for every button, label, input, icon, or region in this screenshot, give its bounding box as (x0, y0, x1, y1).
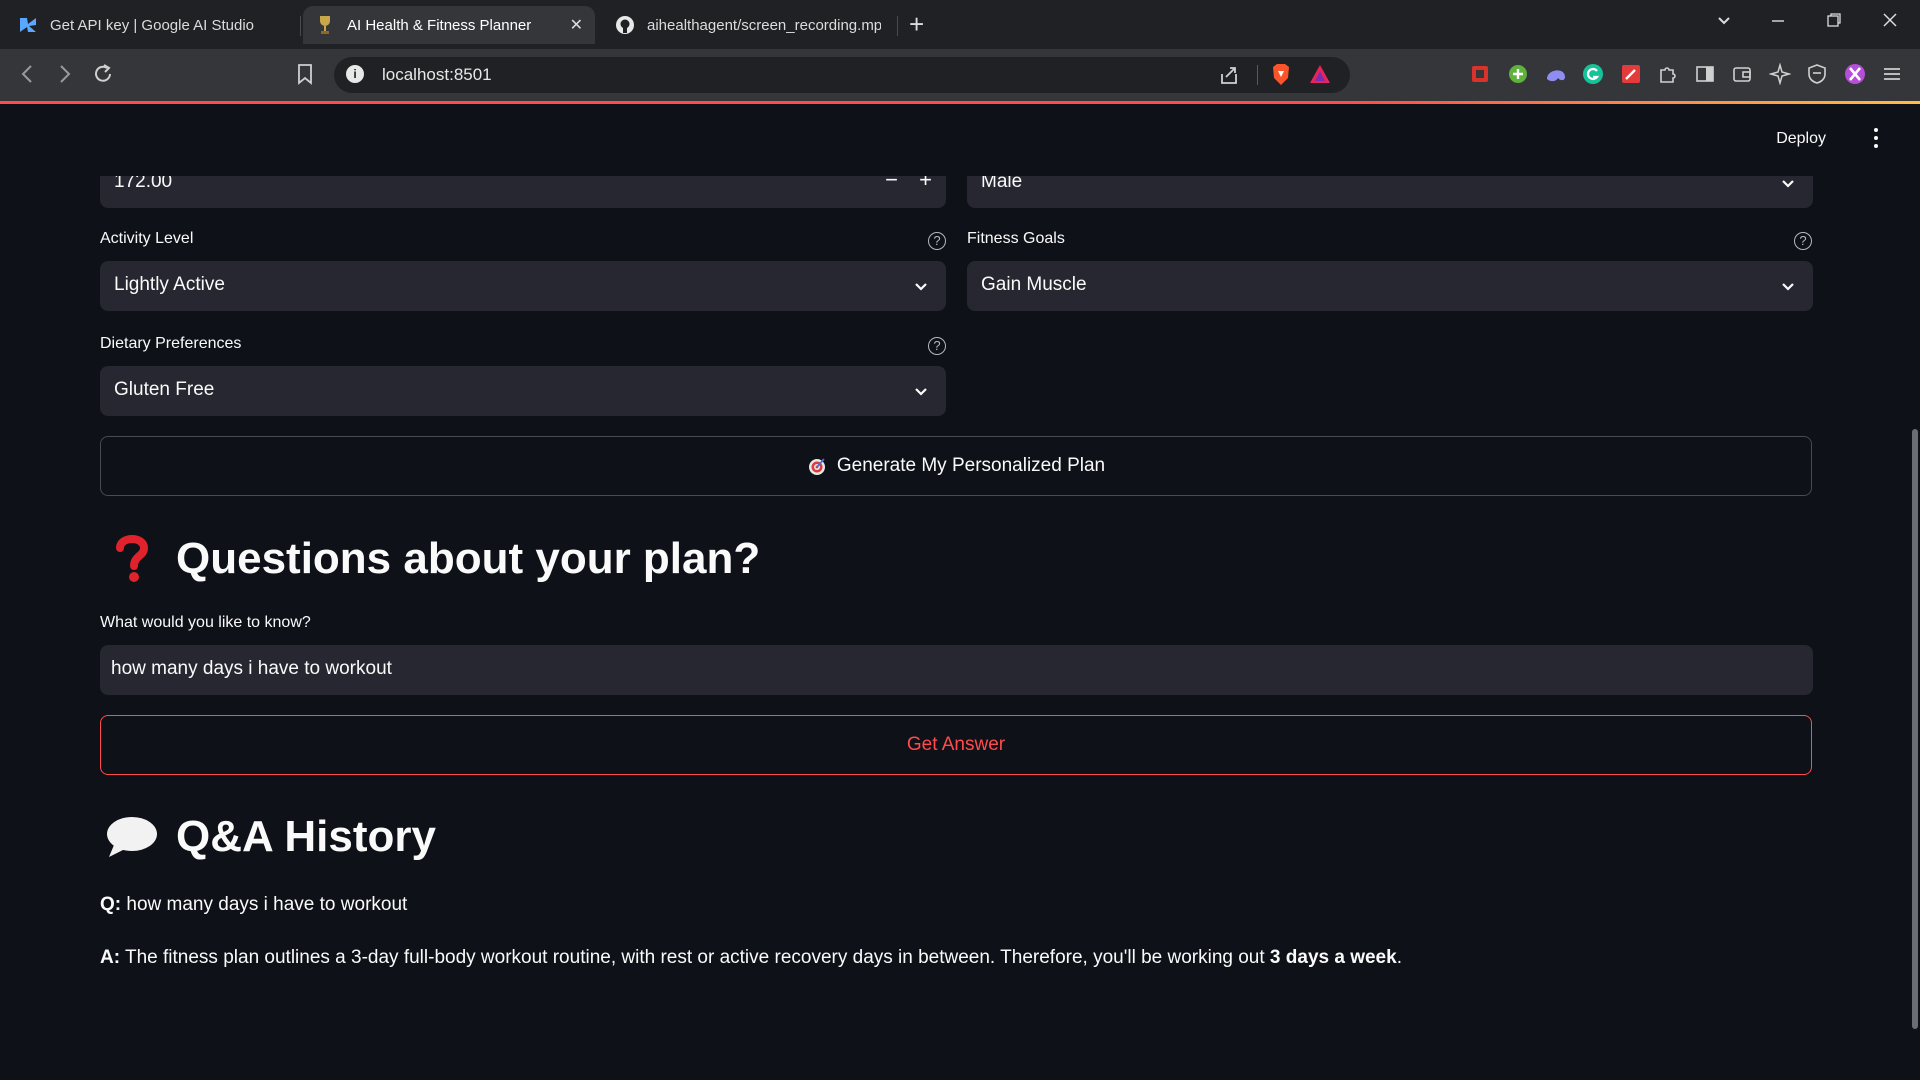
tab-github[interactable]: aihealthagent/screen_recording.mp (603, 6, 893, 44)
answer-end: . (1396, 947, 1402, 968)
restore-icon[interactable] (1826, 12, 1842, 33)
page-scrollbar[interactable] (1910, 429, 1920, 1029)
address-bar[interactable]: i localhost:8501 (334, 57, 1350, 93)
brave-rewards-icon[interactable] (1308, 63, 1332, 90)
close-window-icon[interactable] (1882, 12, 1898, 33)
question-mark-icon (104, 534, 160, 584)
help-icon[interactable]: ? (1794, 232, 1812, 250)
qa-history-heading-text: Q&A History (176, 812, 436, 861)
questions-heading-text: Questions about your plan? (176, 534, 761, 583)
browser-toolbar: i localhost:8501 (0, 49, 1920, 101)
qa-history-heading: Q&A History (104, 812, 436, 862)
vpn-shield-icon[interactable] (1806, 63, 1828, 85)
target-icon (807, 456, 827, 476)
sidebar-icon[interactable] (1694, 63, 1716, 85)
profile-avatar-icon[interactable] (1844, 63, 1866, 85)
dietary-preferences-select[interactable]: Gluten Free (100, 366, 946, 416)
extensions-puzzle-icon[interactable] (1657, 63, 1679, 85)
tab-separator (300, 16, 301, 36)
question-prefix: Q: (100, 894, 122, 915)
streamlit-app: 172.00 − + Male Deploy Activity Level ? … (0, 104, 1920, 1080)
tab-google-ai-studio[interactable]: Get API key | Google AI Studio (6, 6, 296, 44)
chevron-down-icon (1779, 277, 1797, 300)
question-input-value: how many days i have to workout (111, 658, 392, 679)
site-info-icon[interactable]: i (346, 65, 364, 83)
question-input-label: What would you like to know? (100, 614, 311, 631)
tab-label: Get API key | Google AI Studio (50, 16, 255, 34)
pdf-extension-icon[interactable] (1469, 63, 1491, 85)
main-menu-icon[interactable] (1874, 128, 1878, 152)
omnibox-divider (1257, 65, 1258, 85)
reload-icon[interactable] (92, 62, 114, 91)
tab-search-chevron-icon[interactable] (1716, 12, 1732, 33)
question-text: how many days i have to workout (126, 894, 408, 915)
fitness-goals-value: Gain Muscle (981, 274, 1087, 295)
new-tab-button[interactable]: + (909, 10, 924, 38)
deploy-button[interactable]: Deploy (1776, 130, 1826, 148)
answer-text: The fitness plan outlines a 3-day full-b… (125, 947, 1265, 968)
back-icon[interactable] (18, 62, 38, 91)
answer-prefix: A: (100, 947, 121, 968)
url-text: localhost:8501 (382, 65, 492, 84)
questions-heading: Questions about your plan? (104, 534, 760, 584)
ghost-extension-icon[interactable] (1544, 63, 1566, 85)
get-answer-button[interactable]: Get Answer (100, 715, 1812, 775)
brave-shields-icon[interactable] (1270, 63, 1292, 92)
header-overlay: Deploy (0, 104, 1920, 176)
speech-bubble-icon (104, 815, 160, 859)
tab-separator (897, 16, 898, 36)
dietary-preferences-value: Gluten Free (114, 379, 215, 400)
wallet-icon[interactable] (1731, 63, 1753, 85)
help-icon[interactable]: ? (928, 337, 946, 355)
tab-label: aihealthagent/screen_recording.mp (647, 16, 881, 34)
tab-label: AI Health & Fitness Planner (347, 16, 532, 34)
share-icon[interactable] (1218, 65, 1240, 90)
bookmark-icon[interactable] (296, 62, 314, 91)
browser-tab-bar: Get API key | Google AI Studio AI Health… (0, 0, 1920, 49)
fitness-goals-select[interactable]: Gain Muscle (967, 261, 1813, 311)
fitness-goals-label: Fitness Goals (967, 230, 1065, 247)
chevron-down-icon (912, 277, 930, 300)
close-tab-icon[interactable]: ✕ (570, 15, 583, 35)
history-answer: A: The fitness plan outlines a 3-day ful… (100, 947, 1402, 969)
get-answer-label: Get Answer (906, 734, 1006, 755)
activity-level-value: Lightly Active (114, 274, 225, 295)
tab-ai-health-fitness-planner[interactable]: AI Health & Fitness Planner ✕ (303, 6, 595, 44)
leo-ai-icon[interactable] (1768, 62, 1792, 86)
grammarly-icon[interactable] (1582, 63, 1604, 85)
activity-level-label: Activity Level (100, 230, 194, 247)
activity-level-select[interactable]: Lightly Active (100, 261, 946, 311)
google-ai-studio-icon (18, 15, 38, 35)
generate-plan-button[interactable]: Generate My Personalized Plan (100, 436, 1812, 496)
github-icon (615, 15, 635, 35)
pen-extension-icon[interactable] (1620, 63, 1642, 85)
minimize-icon[interactable] (1770, 12, 1786, 33)
chevron-down-icon (912, 382, 930, 405)
history-question: Q: how many days i have to workout (100, 894, 407, 916)
dietary-preferences-label: Dietary Preferences (100, 335, 242, 352)
answer-bold-text: 3 days a week (1269, 947, 1397, 968)
trophy-icon (315, 15, 335, 35)
forward-icon[interactable] (54, 62, 74, 91)
menu-hamburger-icon[interactable] (1881, 63, 1903, 85)
chevron-down-icon (1779, 174, 1797, 197)
question-text-input[interactable]: how many days i have to workout (100, 645, 1813, 695)
help-icon[interactable]: ? (928, 232, 946, 250)
add-extension-icon[interactable] (1507, 63, 1529, 85)
generate-plan-label: Generate My Personalized Plan (836, 455, 1106, 476)
